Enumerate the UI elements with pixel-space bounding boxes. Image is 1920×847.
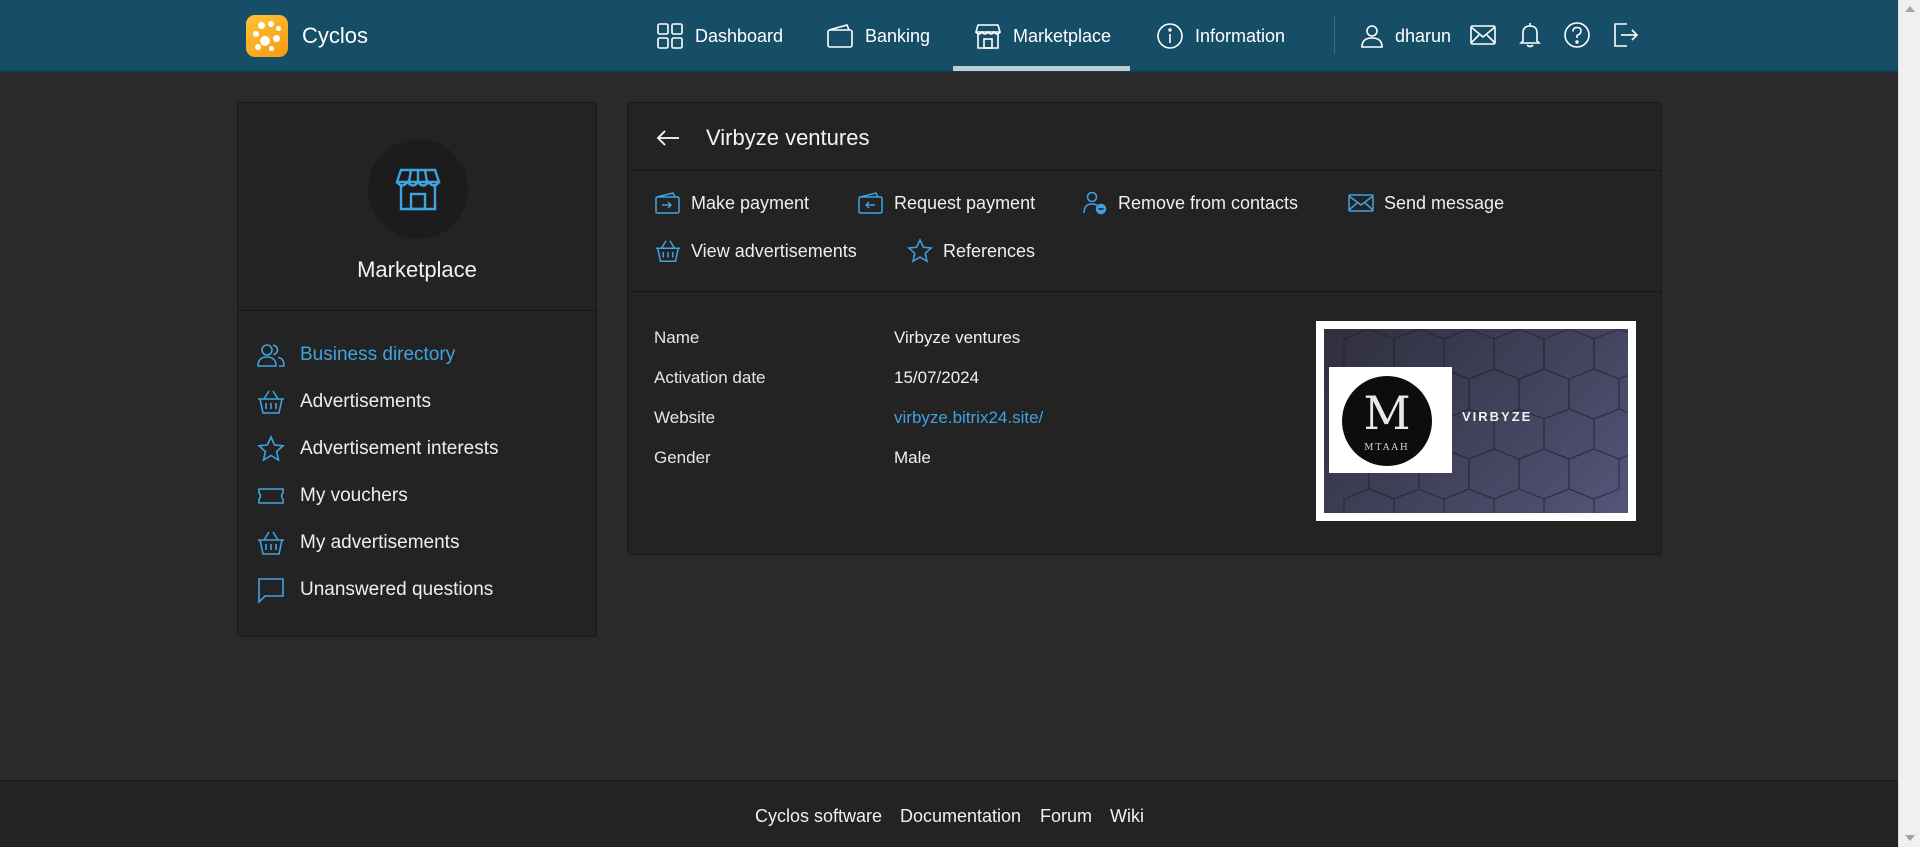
logo-circle: M MTAAH (1342, 376, 1432, 466)
store-icon (974, 24, 1002, 49)
scroll-up-arrow-icon[interactable] (1905, 6, 1915, 12)
send-message-label: Send message (1384, 192, 1505, 213)
star-icon (257, 435, 285, 462)
top-navigation-bar: Cyclos Dashboard Banking Marketplace Inf… (0, 0, 1898, 72)
back-arrow-icon[interactable] (653, 123, 683, 153)
footer-link-cyclos-software[interactable]: Cyclos software (755, 806, 882, 827)
sidebar-item-label: Business directory (300, 344, 456, 365)
sidebar-title: Marketplace (357, 257, 477, 282)
logo-tile: M MTAAH (1329, 367, 1452, 473)
image-brand-text: VIRBYZE (1462, 409, 1533, 424)
profile-actions: Make payment Request payment Remove from… (628, 171, 1661, 292)
view-advertisements-label: View advertisements (691, 240, 857, 261)
profile-header: Virbyze ventures (628, 103, 1661, 171)
nav-marketplace[interactable]: Marketplace (973, 0, 1111, 72)
field-value-name: Virbyze ventures (894, 328, 1021, 347)
footer-link-documentation[interactable]: Documentation (900, 806, 1021, 827)
sidebar-item-label: My vouchers (300, 485, 408, 506)
make-payment-icon (655, 192, 680, 214)
basket-icon (258, 531, 284, 555)
sidebar-item-label: Advertisement interests (300, 438, 499, 459)
nav-active-indicator (953, 66, 1130, 71)
info-icon (1157, 23, 1183, 49)
app-name: Cyclos (302, 23, 369, 48)
website-link[interactable]: virbyze.bitrix24.site/ (894, 408, 1043, 428)
send-message-button[interactable]: Send message (1347, 189, 1504, 217)
marketplace-sidebar: Marketplace Business directory Advertise… (237, 102, 597, 637)
user-menu[interactable]: dharun (1357, 0, 1451, 72)
field-label-activation-date: Activation date (654, 368, 766, 387)
make-payment-button[interactable]: Make payment (654, 189, 809, 217)
make-payment-label: Make payment (691, 192, 810, 213)
brand[interactable]: Cyclos (246, 15, 368, 57)
topbar-bottom-border (0, 70, 1898, 72)
sidebar-item-label: Unanswered questions (300, 579, 494, 600)
remove-from-contacts-label: Remove from contacts (1118, 192, 1299, 213)
sidebar-avatar (368, 139, 468, 239)
field-label-name: Name (654, 328, 700, 347)
profile-card: Virbyze ventures Make payment Request pa… (627, 102, 1662, 555)
page-scrollbar[interactable] (1898, 0, 1920, 847)
footer: Cyclos software Documentation Forum Wiki (0, 780, 1898, 847)
sidebar-item-unanswered-questions[interactable]: Unanswered questions (256, 575, 493, 605)
nav-banking[interactable]: Banking (825, 0, 930, 72)
nav-marketplace-label: Marketplace (1013, 25, 1112, 46)
logout-icon[interactable] (1610, 20, 1640, 50)
nav-dashboard[interactable]: Dashboard (655, 0, 783, 72)
field-value-gender: Male (894, 448, 931, 467)
users-group-icon (257, 344, 285, 367)
footer-link-wiki[interactable]: Wiki (1110, 806, 1144, 827)
logo-text: MTAAH (1364, 443, 1410, 453)
footer-link-forum[interactable]: Forum (1040, 806, 1092, 827)
request-payment-button[interactable]: Request payment (857, 189, 1035, 217)
remove-from-contacts-button[interactable]: Remove from contacts (1081, 189, 1298, 217)
scroll-down-arrow-icon[interactable] (1905, 835, 1915, 841)
references-button[interactable]: References (906, 237, 1035, 265)
user-icon (1361, 25, 1383, 48)
sidebar-item-advertisement-interests[interactable]: Advertisement interests (256, 434, 499, 464)
basket-icon (655, 240, 681, 263)
nav-information-label: Information (1195, 25, 1286, 46)
nav-information[interactable]: Information (1155, 0, 1285, 72)
messages-icon[interactable] (1468, 20, 1498, 50)
star-icon (907, 237, 933, 263)
envelope-icon (1348, 194, 1374, 212)
voucher-ticket-icon (258, 488, 284, 504)
nav-dashboard-label: Dashboard (695, 25, 784, 46)
profile-image[interactable]: M MTAAH VIRBYZE (1316, 321, 1636, 521)
references-label: References (943, 240, 1036, 261)
sidebar-item-label: Advertisements (300, 391, 431, 412)
sidebar-item-business-directory[interactable]: Business directory (256, 340, 455, 370)
field-label-gender: Gender (654, 448, 711, 467)
nav-banking-label: Banking (865, 25, 931, 46)
remove-contact-icon (1083, 191, 1107, 215)
notifications-bell-icon[interactable] (1515, 20, 1545, 50)
username: dharun (1395, 25, 1452, 46)
request-payment-icon (858, 192, 883, 214)
view-advertisements-button[interactable]: View advertisements (654, 237, 857, 265)
help-icon[interactable] (1562, 20, 1592, 50)
nav-separator (1334, 16, 1335, 54)
store-icon (395, 168, 441, 211)
sidebar-item-my-vouchers[interactable]: My vouchers (256, 481, 408, 511)
basket-icon (258, 390, 284, 414)
sidebar-item-my-advertisements[interactable]: My advertisements (256, 528, 459, 558)
field-label-website: Website (654, 408, 716, 427)
dashboard-icon (657, 23, 683, 49)
wallet-icon (827, 24, 853, 48)
request-payment-label: Request payment (894, 192, 1036, 213)
logo-monogram: M (1363, 386, 1411, 440)
cyclos-logo-icon (246, 15, 288, 57)
sidebar-item-label: My advertisements (300, 532, 460, 553)
field-value-activation-date: 15/07/2024 (894, 368, 980, 387)
page-title: Virbyze ventures (706, 125, 870, 150)
sidebar-item-advertisements[interactable]: Advertisements (256, 387, 431, 417)
profile-image-content: M MTAAH VIRBYZE (1324, 329, 1628, 513)
sidebar-divider (238, 310, 596, 311)
speech-bubble-icon (258, 578, 284, 604)
